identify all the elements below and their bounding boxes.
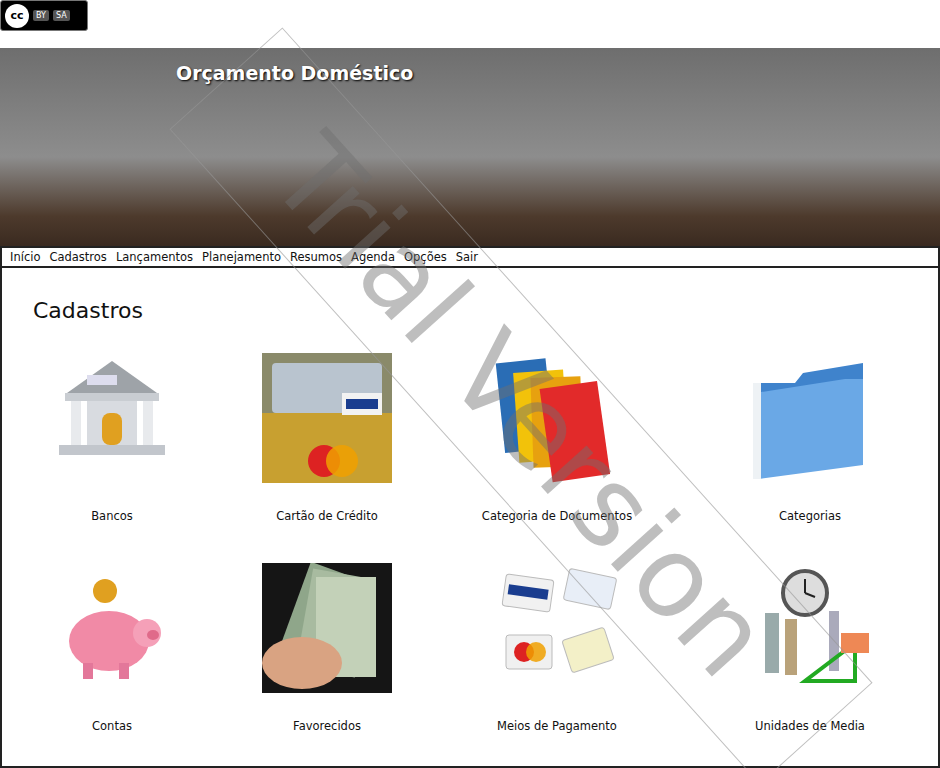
page: cc BY SA Orçamento Doméstico Início Cadastros… bbox=[0, 0, 940, 768]
nav-item[interactable]: Opções bbox=[404, 250, 447, 264]
tile-label: Bancos bbox=[91, 509, 133, 523]
nav-item[interactable]: Lançamentos bbox=[116, 250, 193, 264]
tile-label: Cartão de Crédito bbox=[276, 509, 378, 523]
tile[interactable]: Meios de Pagamento bbox=[432, 563, 682, 733]
tile-label: Meios de Pagamento bbox=[497, 719, 617, 733]
content-panel: Cadastros Bancos Cartão de Crédito Categori… bbox=[0, 268, 940, 768]
money-icon bbox=[262, 563, 392, 693]
tile-label: Unidades de Media bbox=[755, 719, 865, 733]
cc-icon: cc bbox=[5, 4, 29, 28]
tile[interactable]: Bancos bbox=[2, 353, 222, 523]
tile-grid: Bancos Cartão de Crédito Categoria de Docu… bbox=[2, 353, 938, 733]
measuring-tools-icon bbox=[745, 563, 875, 693]
payment-methods-icon bbox=[492, 563, 622, 693]
watermark: Trial Version bbox=[169, 27, 872, 768]
license-item: SA bbox=[53, 10, 70, 21]
tile[interactable]: Categorias bbox=[682, 353, 938, 523]
watermark-text: Trial Version bbox=[246, 111, 795, 701]
nav-item[interactable]: Planejamento bbox=[202, 250, 281, 264]
nav-item[interactable]: Sair bbox=[456, 250, 478, 264]
tile[interactable]: Unidades de Media bbox=[682, 563, 938, 733]
tile-label: Contas bbox=[92, 719, 132, 733]
tile-label: Categorias bbox=[779, 509, 841, 523]
tile-label: Categoria de Documentos bbox=[482, 509, 632, 523]
license-badge[interactable]: cc BY SA bbox=[0, 0, 88, 31]
nav-item[interactable]: Resumos bbox=[290, 250, 342, 264]
document-folders-icon bbox=[492, 353, 622, 483]
top-strip: cc BY SA bbox=[0, 0, 940, 48]
tile[interactable]: Favorecidos bbox=[222, 563, 432, 733]
nav-item[interactable]: Agenda bbox=[351, 250, 395, 264]
nav-bar: Início Cadastros Lançamentos Planejamento Re… bbox=[0, 246, 940, 268]
folder-icon bbox=[745, 353, 875, 483]
license-item: BY bbox=[33, 10, 49, 21]
tile[interactable]: Categoria de Documentos bbox=[432, 353, 682, 523]
nav-item[interactable]: Início bbox=[10, 250, 40, 264]
tile[interactable]: Cartão de Crédito bbox=[222, 353, 432, 523]
nav-item[interactable]: Cadastros bbox=[49, 250, 106, 264]
piggy-bank-icon bbox=[47, 563, 177, 693]
credit-cards-icon bbox=[262, 353, 392, 483]
tile[interactable]: Contas bbox=[2, 563, 222, 733]
banner: Orçamento Doméstico bbox=[0, 48, 940, 246]
banner-title: Orçamento Doméstico bbox=[176, 62, 940, 84]
bank-icon bbox=[47, 353, 177, 483]
tile-label: Favorecidos bbox=[293, 719, 361, 733]
page-title: Cadastros bbox=[33, 298, 938, 323]
